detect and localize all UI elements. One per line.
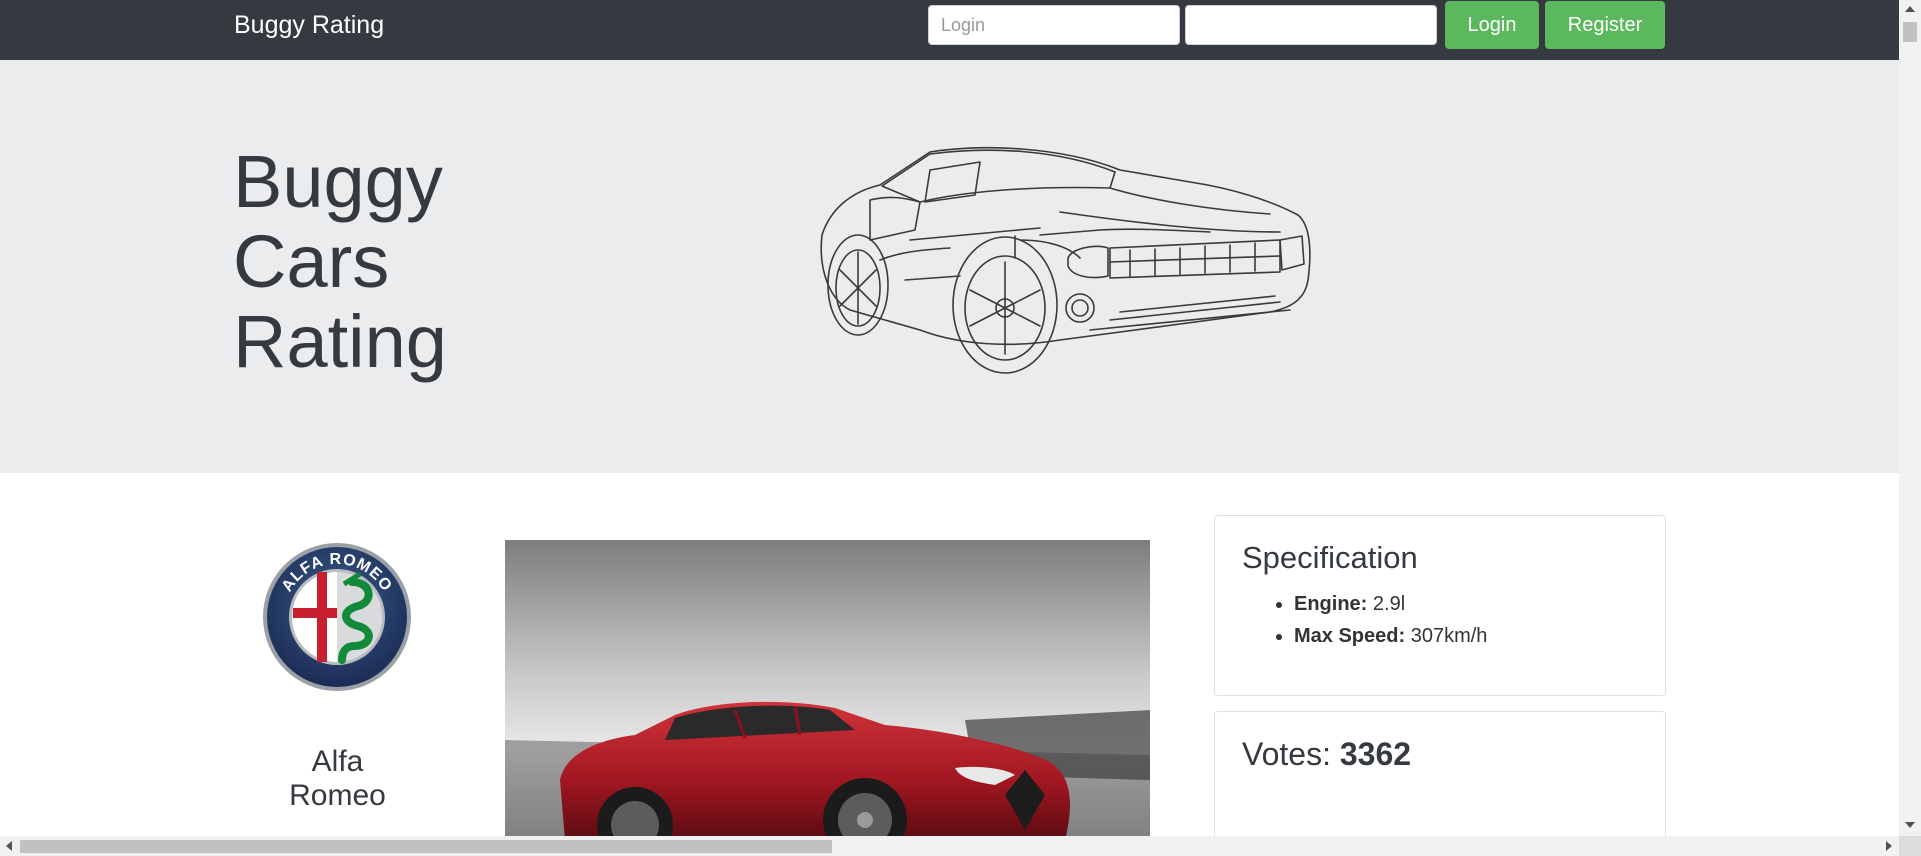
login-input[interactable] <box>928 5 1180 45</box>
spec-value: 2.9l <box>1372 593 1406 615</box>
car-sketch-image <box>820 147 1311 374</box>
scroll-up-arrow-icon[interactable] <box>1905 6 1915 12</box>
password-input[interactable] <box>1185 5 1437 45</box>
brand-link[interactable]: Buggy Rating <box>234 10 384 40</box>
page-viewport: Buggy Rating Login Register Buggy Cars R… <box>0 0 1899 836</box>
scroll-left-arrow-icon[interactable] <box>6 841 12 851</box>
scrollbar-corner <box>1899 836 1921 856</box>
spec-item-max-speed: Max Speed: 307km/h <box>1294 620 1487 652</box>
make-name: Alfa Romeo <box>230 745 445 813</box>
horizontal-scrollbar[interactable] <box>0 836 1899 856</box>
register-button[interactable]: Register <box>1545 1 1665 49</box>
votes-count: 3362 <box>1339 736 1412 772</box>
vertical-scrollbar[interactable] <box>1899 0 1921 836</box>
spec-item-engine: Engine: 2.9l <box>1294 588 1487 620</box>
scroll-down-arrow-icon[interactable] <box>1905 822 1915 828</box>
hero-title-line: Rating <box>233 300 447 383</box>
specification-title: Specification <box>1242 540 1418 575</box>
spec-label: Engine: <box>1294 593 1368 615</box>
specification-card: Specification Engine: 2.9l Max Speed: 30… <box>1214 515 1666 696</box>
votes-label: Votes: <box>1242 736 1331 772</box>
car-photo <box>505 540 1150 836</box>
make-name-line: Alfa <box>311 745 364 778</box>
votes-summary: Votes: 3362 <box>1242 736 1411 773</box>
votes-card: Votes: 3362 <box>1214 711 1666 836</box>
alfa-romeo-logo: ALFA ROMEO <box>263 543 411 691</box>
spec-value: 307km/h <box>1410 625 1488 647</box>
vertical-scroll-thumb[interactable] <box>1903 22 1917 42</box>
hero-title-line: Buggy <box>233 140 443 223</box>
hero-title-line: Cars <box>233 220 390 303</box>
horizontal-scroll-thumb[interactable] <box>20 840 832 853</box>
specification-list: Engine: 2.9l Max Speed: 307km/h <box>1266 588 1487 652</box>
hero-banner: Buggy Cars Rating <box>0 60 1899 473</box>
spec-label: Max Speed: <box>1294 625 1406 647</box>
hero-title: Buggy Cars Rating <box>233 142 493 382</box>
make-name-line: Romeo <box>289 779 386 812</box>
scroll-right-arrow-icon[interactable] <box>1886 841 1892 851</box>
top-navbar: Buggy Rating Login Register <box>0 0 1899 60</box>
login-button[interactable]: Login <box>1445 1 1539 49</box>
